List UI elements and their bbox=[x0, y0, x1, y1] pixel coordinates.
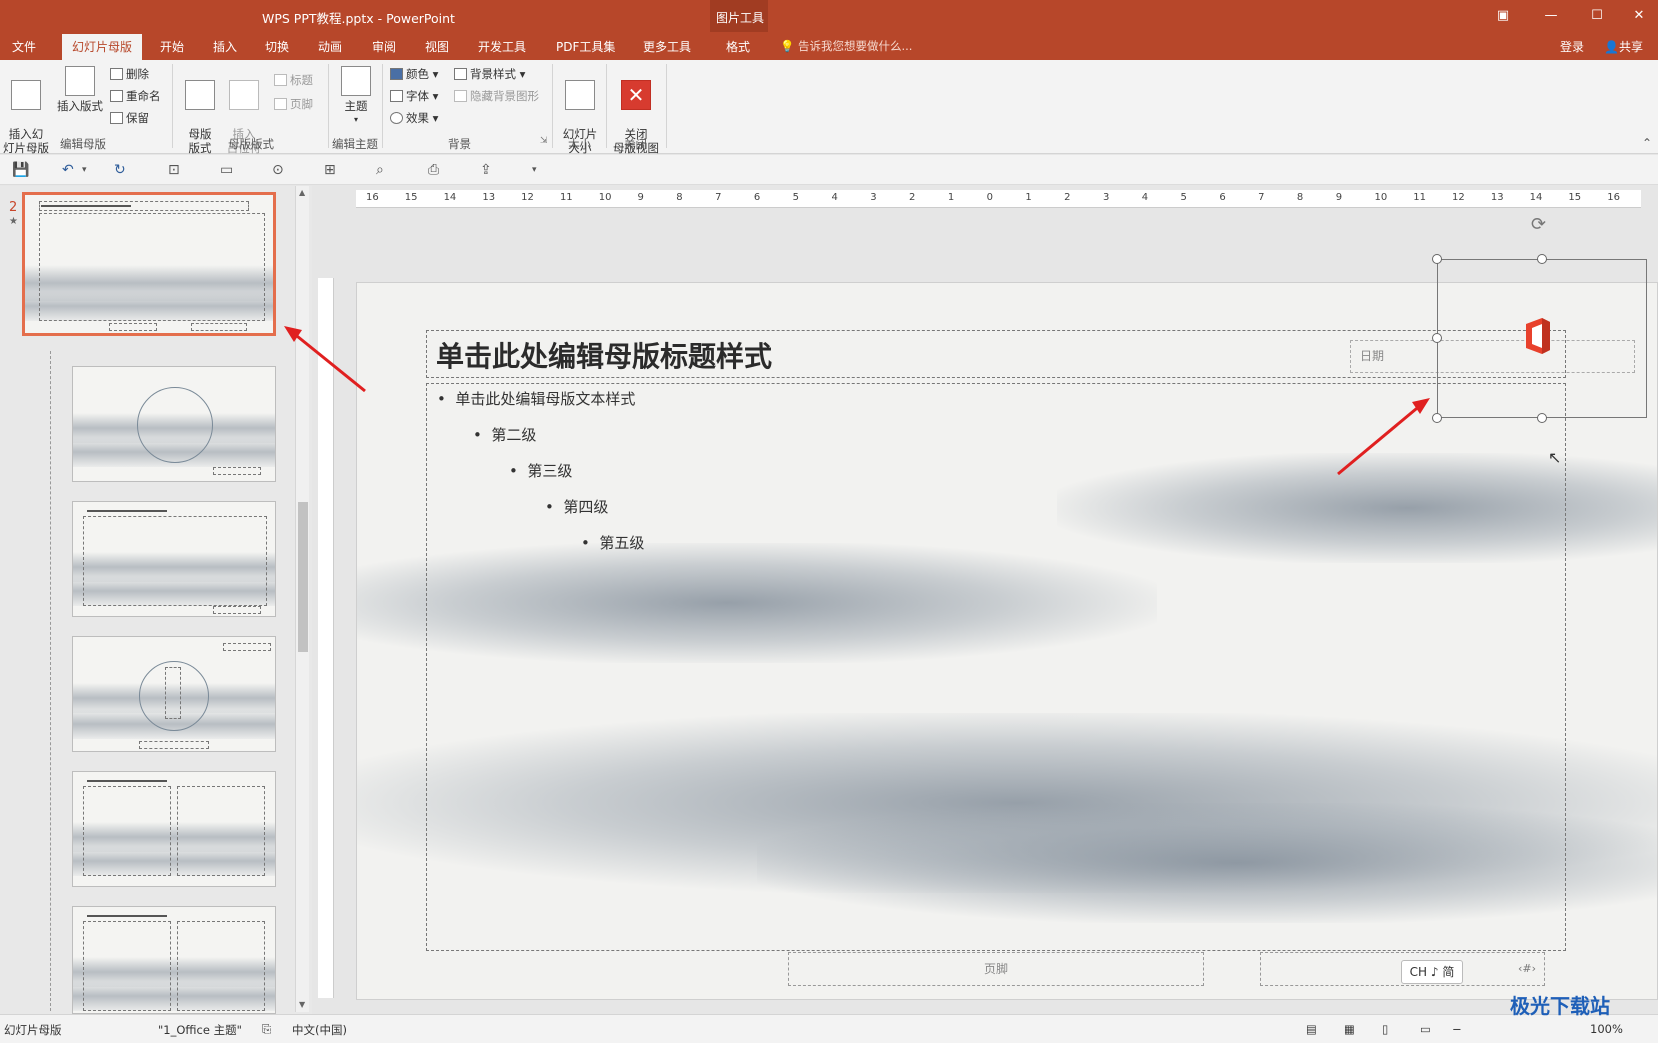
theme-name-label: "1_Office 主题" bbox=[158, 1023, 242, 1037]
reading-view-icon[interactable]: ▯ bbox=[1382, 1022, 1388, 1036]
zoom-level[interactable]: 100% bbox=[1590, 1022, 1623, 1036]
watermark-text: 极光下载站 bbox=[1510, 994, 1610, 1018]
annotation-arrows bbox=[284, 326, 1430, 476]
normal-view-icon[interactable]: ▤ bbox=[1306, 1022, 1317, 1036]
zoom-out-icon[interactable]: − bbox=[1452, 1022, 1462, 1036]
view-mode-label: 幻灯片母版 bbox=[4, 1023, 62, 1037]
status-bar: 幻灯片母版 "1_Office 主题" ⎘ 中文(中国) ▤ ▦ ▯ ▭ − 1… bbox=[0, 1014, 1658, 1043]
annotation-arrow-thumbnail bbox=[291, 330, 366, 393]
spell-check-icon[interactable]: ⎘ bbox=[262, 1022, 271, 1037]
annotation-arrow-logo bbox=[1337, 402, 1423, 476]
language-label[interactable]: 中文(中国) bbox=[292, 1022, 347, 1038]
slide-sorter-icon[interactable]: ▦ bbox=[1344, 1022, 1355, 1036]
slideshow-view-icon[interactable]: ▭ bbox=[1420, 1022, 1431, 1036]
